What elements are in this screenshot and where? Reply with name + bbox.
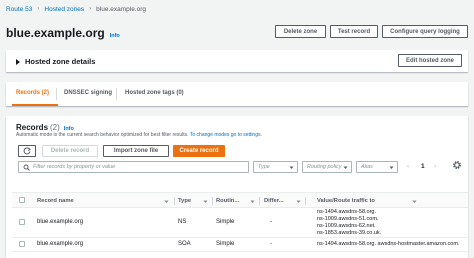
routing-policy-placeholder: Routing policy [307,164,342,170]
chevron-right-icon[interactable]: › [434,163,436,170]
breadcrumb-separator-icon: › [37,6,40,12]
info-link[interactable]: Info [110,33,120,39]
hosted-zone-details-toggle[interactable]: Hosted zone details [16,57,95,66]
column-header-differentiator[interactable]: Differ... [264,198,284,204]
breadcrumb-route53[interactable]: Route 53 [6,6,32,13]
column-divider [174,197,175,205]
filter-records-placeholder: Filter records by property or value [33,164,116,170]
record-value-line: ns-1494.awsdns-58.org. [317,209,377,215]
active-tab-indicator [12,104,58,106]
breadcrumb: Route 53 › Hosted zones › blue.example.o… [6,4,146,14]
column-header-type[interactable]: Type [178,198,191,204]
record-name: blue.example.org [37,241,84,247]
routing-policy-filter-select[interactable]: Routing policy [302,161,352,173]
row-checkbox[interactable] [19,241,25,247]
sort-icon[interactable] [203,199,208,204]
gear-icon[interactable] [452,160,462,170]
caret-down-icon [343,166,348,169]
breadcrumb-current: blue.example.org [96,5,147,13]
search-icon [23,164,30,171]
alias-placeholder: Alias [361,164,373,170]
breadcrumb-separator-icon: › [89,6,92,12]
records-description: Automatic mode is the current search beh… [16,132,262,138]
caret-right-icon [16,58,20,65]
hosted-zone-details-title: Hosted zone details [25,57,96,66]
column-divider [259,197,260,205]
breadcrumb-hosted-zones[interactable]: Hosted zones [44,6,84,13]
edit-hosted-zone-button[interactable]: Edit hosted zone [398,54,462,67]
tab-hosted-zone-tags[interactable]: Hosted zone tags (0) [125,90,184,96]
tabs-bar: Records (2) DNSSEC signing Hosted zone t… [6,82,468,106]
record-routing-policy: Simple [216,241,235,247]
column-divider [305,197,306,205]
configure-query-logging-button[interactable]: Configure query logging [382,25,468,38]
type-filter-select[interactable]: Type [253,161,298,173]
records-description-text: Automatic mode is the current search beh… [16,132,189,138]
tab-divider [56,88,57,100]
tab-divider [116,88,117,100]
column-header-record-name[interactable]: Record name [37,198,74,204]
change-mode-link[interactable]: To change modes go to settings. [190,132,262,138]
record-differentiator: - [270,219,272,225]
record-routing-policy: Simple [216,219,235,225]
sort-icon[interactable] [250,199,255,204]
type-filter-placeholder: Type [258,164,270,170]
records-panel: Records (2) Info Automatic mode is the c… [6,116,468,258]
record-value-line: ns-1009.awsdns-51.com. [317,216,379,222]
test-record-button[interactable]: Test record [330,25,378,38]
select-all-checkbox[interactable] [19,197,25,203]
table-row[interactable]: blue.example.org NS Simple - ns-1494.aws… [12,208,468,238]
create-record-button[interactable]: Create record [173,145,225,157]
column-header-value[interactable]: Value/Route traffic to [317,198,375,204]
records-count: (2) [50,123,60,132]
record-value-line: ns-1009.awsdns-62.net. [317,223,376,229]
row-checkbox[interactable] [19,219,25,225]
records-title: Records [16,123,49,132]
hosted-zone-details-panel: Hosted zone details Edit hosted zone [6,50,468,72]
delete-record-button[interactable]: Delete record [42,145,98,157]
refresh-icon [23,147,31,155]
alias-filter-select[interactable]: Alias [356,161,398,173]
filter-records-search-input[interactable]: Filter records by property or value [18,161,249,173]
records-header: Records (2) Info [16,123,74,132]
record-type: SOA [178,241,191,247]
sort-icon[interactable] [412,199,417,204]
record-name: blue.example.org [37,219,84,225]
page-number[interactable]: 1 [421,163,425,170]
caret-down-icon [389,166,394,169]
caret-down-icon [289,166,294,169]
record-type: NS [178,219,187,225]
refresh-button[interactable] [18,145,36,157]
tab-dnssec-signing[interactable]: DNSSEC signing [64,90,112,96]
record-values: ns-1494.awsdns-58.org. awsdns-hostmaster… [317,241,459,248]
sort-icon[interactable] [164,199,169,204]
record-differentiator: - [270,241,272,247]
column-divider [212,197,213,205]
page-header: blue.example.org Info [6,26,120,40]
records-table-header: Record name Type Routin... Differ... Val… [12,192,468,208]
chevron-left-icon[interactable]: ‹ [407,163,409,170]
sort-icon[interactable] [296,199,301,204]
table-row[interactable]: blue.example.org SOA Simple - ns-1494.aw… [12,238,468,252]
record-value-line: ns-1494.awsdns-58.org. awsdns-hostmaster… [317,241,460,247]
column-header-routing-policy[interactable]: Routin... [216,198,239,204]
record-values: ns-1494.awsdns-58.org. ns-1009.awsdns-51… [317,209,381,237]
import-zone-file-button[interactable]: Import zone file [103,145,169,157]
tab-records[interactable]: Records (2) [16,90,49,96]
page-title: blue.example.org [6,26,105,40]
record-value-line: ns-1853.awsdns-39.co.uk. [317,230,382,236]
delete-zone-button[interactable]: Delete zone [275,25,326,38]
